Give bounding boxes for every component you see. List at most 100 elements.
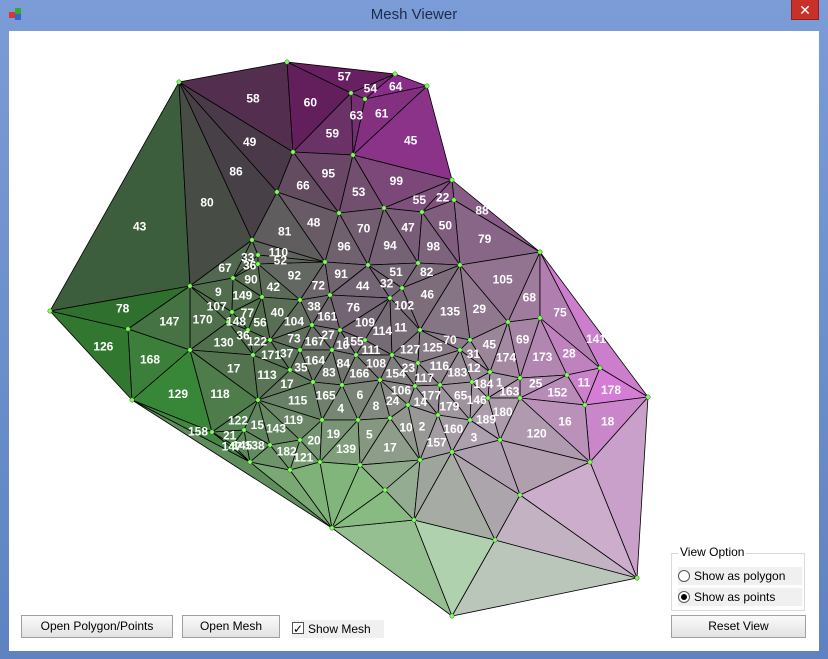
triangle-index-label: 120: [527, 426, 547, 440]
radio-dot[interactable]: [678, 570, 690, 582]
close-icon[interactable]: ✕: [791, 0, 819, 20]
triangle-index-label: 47: [401, 221, 415, 235]
triangle-index-label: 99: [390, 174, 404, 188]
client-area: 57 64 54 58 60 61 63 59 45 49 86 95 99 66 53 22 55 80 88 48…: [9, 31, 819, 651]
triangle-index-label: 45: [404, 133, 418, 147]
mesh-vertex: [267, 442, 273, 448]
triangle-index-label: 171: [261, 348, 281, 362]
mesh-vertex: [582, 402, 588, 408]
triangle-index-label: 18: [601, 414, 615, 428]
triangle-index-label: 4: [337, 401, 344, 415]
mesh-vertex: [467, 337, 473, 343]
title-bar[interactable]: Mesh Viewer ✕: [0, 0, 828, 30]
triangle-index-label: 59: [326, 126, 340, 140]
triangle-index-label: 32: [380, 277, 394, 291]
triangle-index-label: 37: [280, 346, 294, 360]
mesh-vertex: [348, 90, 354, 96]
triangle-index-label: 36: [243, 259, 257, 273]
mesh-vertex: [255, 261, 261, 267]
mesh-vertex: [634, 575, 640, 581]
triangle-index-label: 11: [394, 321, 407, 335]
mesh-vertex: [287, 367, 293, 373]
mesh-vertex: [381, 205, 387, 211]
triangle-index-label: 122: [228, 414, 248, 428]
triangle-index-label: 69: [516, 332, 530, 346]
triangle-index-label: 121: [293, 450, 313, 464]
triangle-index-label: 183: [447, 365, 467, 379]
mesh-vertex: [187, 283, 193, 289]
mesh-vertex: [287, 467, 293, 473]
open-polygon-points-button[interactable]: Open Polygon/Points: [21, 615, 173, 638]
triangle-index-label: 125: [423, 341, 443, 355]
triangle-index-label: 96: [337, 240, 351, 254]
triangle-index-label: 146: [467, 393, 487, 407]
triangle-index-label: 90: [244, 273, 258, 287]
triangle-index-label: 118: [210, 387, 230, 401]
triangle-index-label: 15: [251, 418, 265, 432]
triangle-index-label: 25: [529, 377, 543, 391]
triangle-index-label: 28: [562, 347, 576, 361]
triangle-index-label: 10: [399, 421, 413, 435]
triangle-index-label: 46: [421, 287, 435, 301]
triangle-index-label: 157: [427, 435, 447, 449]
triangle-index-label: 152: [547, 386, 567, 400]
mesh-vertex: [564, 372, 570, 378]
mesh-vertex: [392, 71, 398, 77]
triangle-index-label: 3: [471, 430, 478, 444]
triangle-index-label: 49: [243, 135, 257, 149]
triangle-index-label: 60: [304, 95, 318, 109]
triangle-index-label: 189: [476, 412, 496, 426]
triangle-index-label: 17: [280, 377, 294, 391]
triangle-index-label: 14: [414, 395, 428, 409]
mesh-vertex: [274, 189, 280, 195]
show-as-polygon-radio[interactable]: Show as polygon: [678, 567, 802, 585]
triangle-index-label: 11: [578, 376, 591, 390]
triangle-index-label: 52: [274, 253, 288, 267]
mesh-vertex: [250, 352, 256, 358]
mesh-vertex: [255, 252, 261, 258]
mesh-vertex: [417, 327, 423, 333]
triangle-index-label: 149: [232, 289, 252, 303]
triangle-index-label: 105: [493, 273, 513, 287]
triangle-index-label: 43: [133, 219, 147, 233]
radio-dot-selected[interactable]: [678, 591, 690, 603]
triangle-index-label: 75: [553, 306, 567, 320]
triangle-index-label: 70: [357, 222, 371, 236]
view-option-title: View Option: [678, 545, 747, 559]
mesh-vertex: [319, 417, 325, 423]
show-mesh-label: Show Mesh: [308, 622, 371, 636]
show-mesh-checkbox[interactable]: Show Mesh: [292, 620, 384, 638]
reset-view-button[interactable]: Reset View: [671, 615, 806, 638]
mesh-vertex: [517, 375, 523, 381]
triangle-index-label: 78: [116, 302, 130, 316]
mesh-vertex: [339, 382, 345, 388]
mesh-vertex: [125, 326, 131, 332]
mesh-vertex: [329, 525, 335, 531]
mesh-vertex: [329, 347, 335, 353]
mesh-vertex: [284, 59, 290, 65]
triangle-index-label: 61: [375, 106, 389, 120]
triangle-index-label: 88: [475, 204, 489, 218]
triangle-index-label: 12: [467, 361, 481, 375]
view-option-group: View Option Show as polygon Show as poin…: [671, 545, 805, 611]
triangle-index-label: 40: [271, 305, 285, 319]
mesh-vertex: [437, 382, 443, 388]
mesh-vertex: [377, 377, 383, 383]
window-title: Mesh Viewer: [370, 6, 458, 23]
triangle-index-label: 126: [93, 340, 113, 354]
triangle-index-label: 66: [296, 179, 310, 193]
mesh-vertex: [259, 294, 265, 300]
checkbox-box[interactable]: [292, 620, 304, 638]
triangle-index-label: 114: [373, 324, 393, 338]
triangle-index-label: 70: [443, 333, 457, 347]
triangle-index-label: 141: [586, 332, 606, 346]
triangle-index-label: 184: [473, 377, 493, 391]
mesh-vertex: [230, 275, 236, 281]
triangle-index-label: 80: [200, 196, 214, 210]
show-as-points-radio[interactable]: Show as points: [678, 588, 802, 606]
mesh-vertex: [417, 457, 423, 463]
open-mesh-button[interactable]: Open Mesh: [182, 615, 280, 638]
triangle-index-label: 73: [287, 331, 301, 345]
mesh-vertex: [497, 437, 503, 443]
mesh-vertex: [415, 360, 421, 366]
